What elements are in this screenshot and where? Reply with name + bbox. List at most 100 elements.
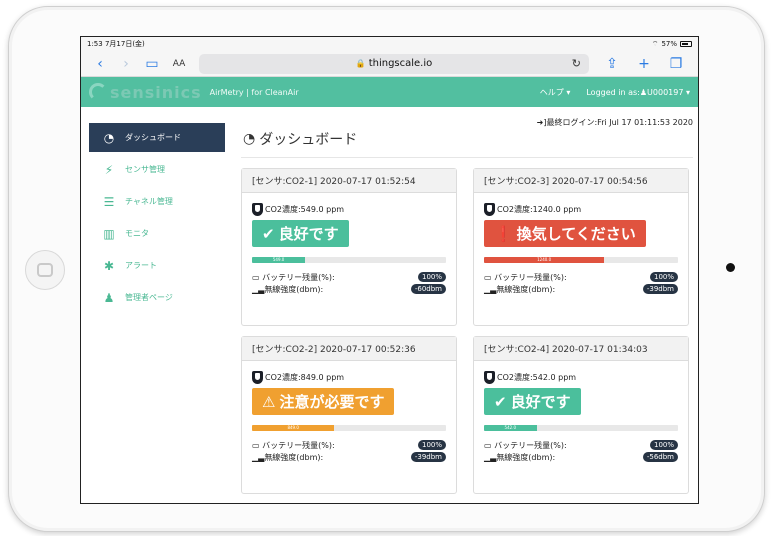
sidebar-item-label: 管理者ページ <box>125 293 173 302</box>
wifi-icon: ⌔ <box>651 39 659 48</box>
status-icon: ✔ <box>262 224 275 243</box>
battery-label: ▭ バッテリー残量(%): <box>252 440 335 450</box>
shield-icon <box>484 203 495 216</box>
user-menu[interactable]: Logged in as:♟U000197 ▾ <box>586 88 690 97</box>
signal-row: ▁▃無線強度(dbm): -39dbm <box>484 283 678 295</box>
signal-icon: ▁▃ <box>252 452 265 462</box>
logo-icon <box>89 83 107 101</box>
sidebar-item-label: モニタ <box>125 229 149 238</box>
signal-label: ▁▃無線強度(dbm): <box>484 452 556 462</box>
battery-label: ▭ バッテリー残量(%): <box>252 272 335 282</box>
shield-icon <box>252 203 263 216</box>
progress-fill: 1240.0 <box>484 257 605 263</box>
battery-icon: ▭ <box>252 440 260 450</box>
sidebar-item-monitor[interactable]: ▥ モニタ <box>89 219 225 248</box>
sidebar: ◔ ダッシュボード ⚡ センサ管理 ☰ チャネル管理 ▥ モニタ ✱ アラート … <box>89 123 225 315</box>
battery-row: ▭ バッテリー残量(%): 100% <box>252 439 446 451</box>
signal-icon: ▁▃ <box>484 452 497 462</box>
battery-label: ▭ バッテリー残量(%): <box>484 440 567 450</box>
progress-fill: 542.0 <box>484 425 537 431</box>
battery-icon: ▭ <box>484 272 492 282</box>
battery-value: 100% <box>649 272 678 282</box>
reader-text-button[interactable]: AA <box>165 59 193 69</box>
co2-progress-bar: 542.0 <box>484 425 678 431</box>
status-badge: ✔ 良好です <box>252 220 349 247</box>
co2-reading: CO2濃度:849.0 ppm <box>252 371 456 384</box>
sensor-card: [センサ:CO2-3] 2020-07-17 00:54:56 CO2濃度:12… <box>473 168 689 326</box>
progress-fill: 849.0 <box>252 425 335 431</box>
screen: 1:53 7月17日(金) ⌔ 57% ‹ › ▭ AA 🔒 thingscal… <box>80 36 699 504</box>
battery-value: 100% <box>649 440 678 450</box>
signal-label: ▁▃無線強度(dbm): <box>252 452 324 462</box>
sensor-card: [センサ:CO2-4] 2020-07-17 01:34:03 CO2濃度:54… <box>473 336 689 494</box>
logo[interactable]: sensinics <box>110 83 202 102</box>
battery-percent: 57% <box>661 40 677 48</box>
new-tab-icon[interactable]: + <box>631 54 657 74</box>
sidebar-item-alerts[interactable]: ✱ アラート <box>89 251 225 280</box>
shield-icon <box>252 371 263 384</box>
battery-icon: ▭ <box>252 272 260 282</box>
bookmarks-icon[interactable]: ▭ <box>139 54 165 74</box>
content-area: ◔ ダッシュボード ⚡ センサ管理 ☰ チャネル管理 ▥ モニタ ✱ アラート … <box>81 107 698 503</box>
shield-icon <box>484 371 495 384</box>
page-title: ◔ ダッシュボード <box>243 131 358 148</box>
url-text: thingscale.io <box>368 58 433 69</box>
back-button[interactable]: ‹ <box>87 54 113 74</box>
signal-label: ▁▃無線強度(dbm): <box>484 284 556 294</box>
home-button[interactable] <box>25 250 65 290</box>
bar-chart-icon: ▥ <box>103 226 115 241</box>
browser-toolbar: ‹ › ▭ AA 🔒 thingscale.io ↻ ⇪ + ❐ <box>81 51 698 77</box>
signal-value: -39dbm <box>410 452 446 462</box>
status-badge: ⚠ 注意が必要です <box>252 388 395 415</box>
signal-row: ▁▃無線強度(dbm): -60dbm <box>252 283 446 295</box>
reload-icon[interactable]: ↻ <box>572 57 581 70</box>
sensor-card: [センサ:CO2-2] 2020-07-17 00:52:36 CO2濃度:84… <box>241 336 457 494</box>
battery-row: ▭ バッテリー残量(%): 100% <box>484 271 678 283</box>
last-login: ➜]最終ログイン:Fri Jul 17 01:11:53 2020 <box>536 118 693 127</box>
address-bar[interactable]: 🔒 thingscale.io ↻ <box>199 53 589 74</box>
clock-date: 1:53 7月17日(金) <box>87 40 145 48</box>
sidebar-item-label: ダッシュボード <box>125 133 181 142</box>
share-icon[interactable]: ⇪ <box>599 54 625 74</box>
sensor-card: [センサ:CO2-1] 2020-07-17 01:52:54 CO2濃度:54… <box>241 168 457 326</box>
co2-reading: CO2濃度:549.0 ppm <box>252 203 456 216</box>
signal-row: ▁▃無線強度(dbm): -39dbm <box>252 451 446 463</box>
signal-row: ▁▃無線強度(dbm): -56dbm <box>484 451 678 463</box>
card-header: [センサ:CO2-2] 2020-07-17 00:52:36 <box>242 337 456 361</box>
status-icon: ✔ <box>494 392 507 411</box>
signal-icon: ▁▃ <box>252 284 265 294</box>
sidebar-item-sensors[interactable]: ⚡ センサ管理 <box>89 155 225 184</box>
signal-value: -60dbm <box>410 284 446 294</box>
sidebar-item-channels[interactable]: ☰ チャネル管理 <box>89 187 225 216</box>
title-divider <box>241 157 693 158</box>
signal-label: ▁▃無線強度(dbm): <box>252 284 324 294</box>
status-indicators: ⌔ 57% <box>652 40 692 49</box>
camera-icon <box>726 263 735 272</box>
tabs-icon[interactable]: ❐ <box>663 54 689 74</box>
status-icon: ❗ <box>494 224 513 243</box>
signal-value: -39dbm <box>642 284 678 294</box>
co2-progress-bar: 1240.0 <box>484 257 678 263</box>
database-icon: ☰ <box>103 194 115 209</box>
sidebar-item-label: アラート <box>125 261 157 270</box>
sidebar-item-admin[interactable]: ♟ 管理者ページ <box>89 283 225 312</box>
sidebar-item-dashboard[interactable]: ◔ ダッシュボード <box>89 123 225 152</box>
help-menu[interactable]: ヘルプ ▾ <box>540 87 571 98</box>
battery-value: 100% <box>417 440 446 450</box>
dashboard-icon: ◔ <box>243 131 256 147</box>
co2-progress-bar: 849.0 <box>252 425 446 431</box>
co2-reading: CO2濃度:1240.0 ppm <box>484 203 688 216</box>
status-badge: ✔ 良好です <box>484 388 581 415</box>
battery-label: ▭ バッテリー残量(%): <box>484 272 567 282</box>
battery-value: 100% <box>417 272 446 282</box>
forward-button[interactable]: › <box>113 54 139 74</box>
gear-icon: ✱ <box>103 258 115 273</box>
status-badge: ❗ 換気してください <box>484 220 646 247</box>
sidebar-item-label: センサ管理 <box>125 165 165 174</box>
status-icon: ⚠ <box>262 392 276 411</box>
app-subtitle: AirMetry | for CleanAir <box>209 87 299 97</box>
progress-fill: 549.0 <box>252 257 306 263</box>
card-header: [センサ:CO2-1] 2020-07-17 01:52:54 <box>242 169 456 193</box>
signal-icon: ▁▃ <box>484 284 497 294</box>
battery-icon <box>680 41 692 47</box>
